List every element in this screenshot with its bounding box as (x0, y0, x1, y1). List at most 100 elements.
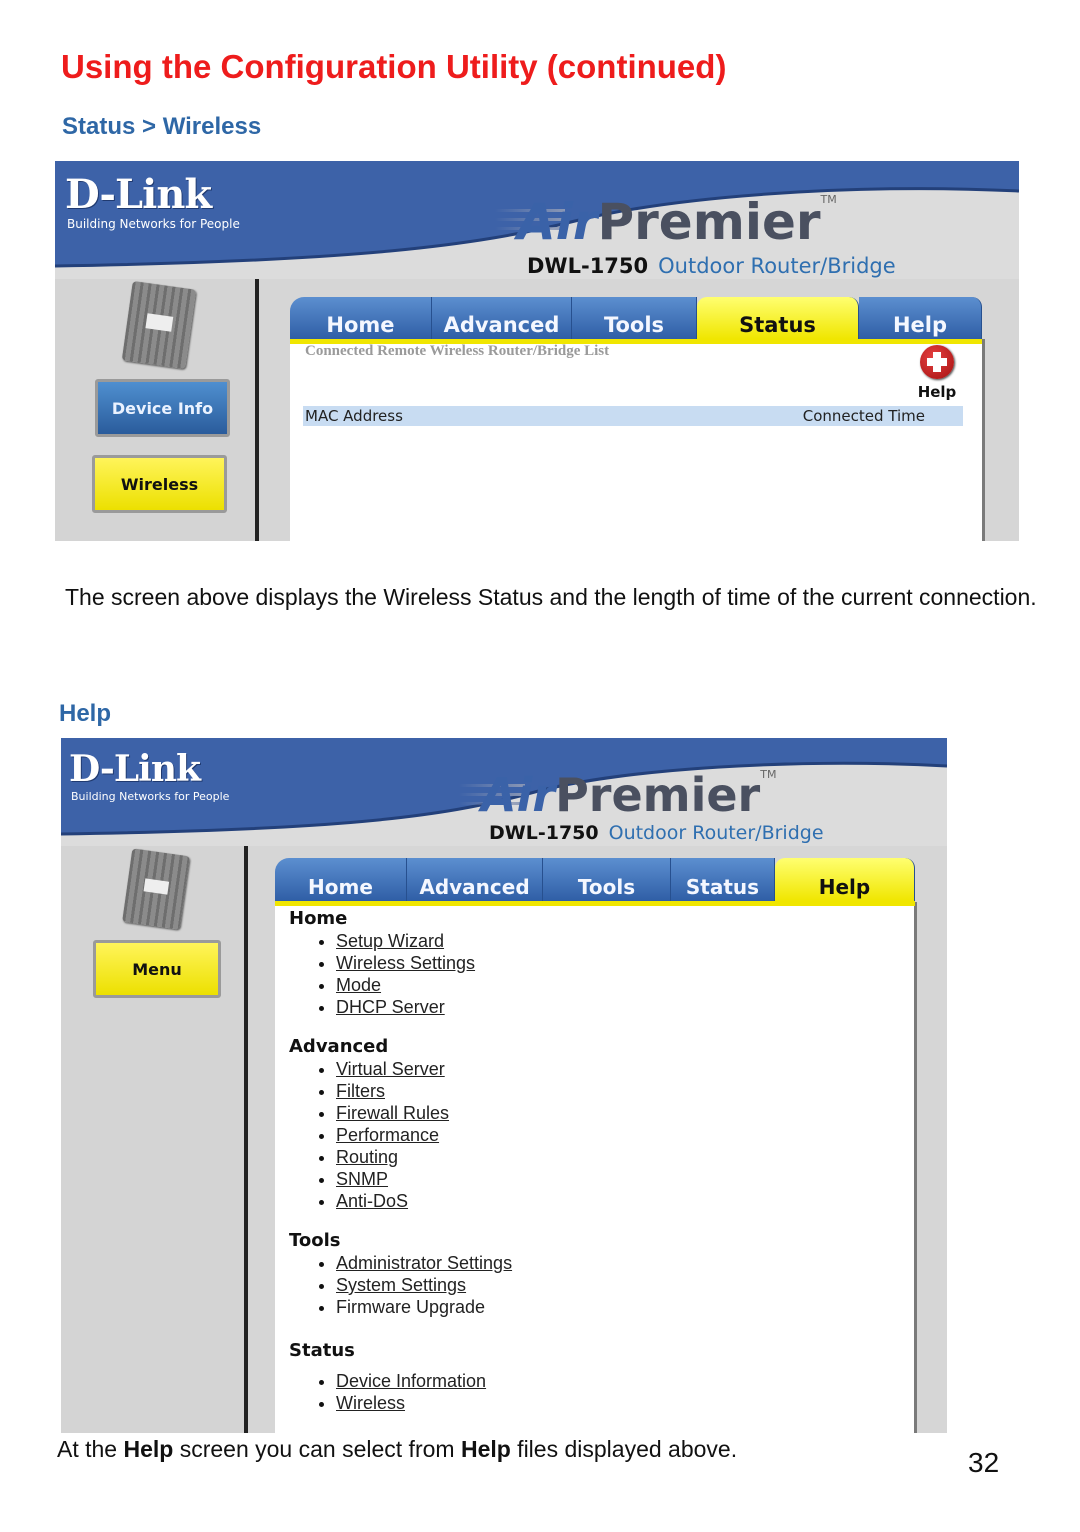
connected-table-header: MAC Address Connected Time (303, 406, 963, 426)
tab-advanced[interactable]: Advanced (432, 297, 572, 339)
router-device-image (122, 848, 190, 930)
nav-divider (244, 846, 248, 1433)
help-screenshot: D-Link Building Networks for People AirP… (61, 738, 947, 1433)
main-tab-bar: Home Advanced Tools Status Help (290, 297, 982, 344)
air-premier-logo-air: Air (481, 768, 556, 822)
air-premier-logo-premier: Premier (597, 193, 821, 251)
help-section-home: Home Setup Wizard Wireless Settings Mode… (289, 908, 889, 1018)
list-item: Virtual Server (317, 1058, 889, 1080)
help-description-bold: Help (460, 1436, 511, 1462)
tab-help[interactable]: Help (859, 297, 982, 339)
list-item: Firmware Upgrade (317, 1296, 889, 1318)
help-topic-list: Home Setup Wizard Wireless Settings Mode… (289, 908, 889, 1414)
help-link-system-settings[interactable]: System Settings (336, 1275, 466, 1295)
tab-home[interactable]: Home (275, 858, 407, 901)
help-section-tools: Tools Administrator Settings System Sett… (289, 1230, 889, 1318)
column-connected-time: Connected Time (802, 407, 925, 425)
help-link-snmp[interactable]: SNMP (336, 1169, 388, 1189)
plus-help-icon[interactable] (920, 345, 954, 379)
main-tab-bar: Home Advanced Tools Status Help (275, 858, 915, 906)
nav-divider (255, 279, 259, 541)
help-link-wireless[interactable]: Wireless (336, 1393, 405, 1413)
status-wireless-description: The screen above displays the Wireless S… (65, 584, 1037, 610)
help-description: At the Help screen you can select from H… (57, 1435, 937, 1464)
air-premier-logo-premier: Premier (555, 768, 761, 822)
help-link-virtual-server[interactable]: Virtual Server (336, 1059, 445, 1079)
wireless-button[interactable]: Wireless (92, 455, 227, 513)
list-item: System Settings (317, 1274, 889, 1296)
help-section-title: Tools (289, 1230, 341, 1251)
router-device-image (121, 280, 197, 370)
trademark-mark: TM (760, 768, 777, 781)
trademark-mark: TM (820, 193, 837, 206)
dlink-tagline: Building Networks for People (67, 217, 240, 231)
help-link-anti-dos[interactable]: Anti-DoS (336, 1191, 408, 1211)
help-link-mode[interactable]: Mode (336, 975, 381, 995)
tab-home[interactable]: Home (290, 297, 432, 339)
tab-status[interactable]: Status (671, 858, 775, 901)
list-item: Mode (317, 974, 889, 996)
list-item: SNMP (317, 1168, 889, 1190)
help-link-administrator-settings[interactable]: Administrator Settings (336, 1253, 512, 1273)
model-number: DWL-1750 (489, 822, 599, 844)
list-item: Setup Wizard (317, 930, 889, 952)
help-link-performance[interactable]: Performance (336, 1125, 439, 1145)
help-description-text: files displayed above. (510, 1436, 738, 1462)
help-link-wireless-settings[interactable]: Wireless Settings (336, 953, 475, 973)
help-link-setup-wizard[interactable]: Setup Wizard (336, 931, 444, 951)
left-nav-panel: Device Info Wireless (55, 279, 255, 541)
help-description-text: screen you can select from (173, 1436, 461, 1462)
model-number: DWL-1750 (527, 254, 649, 278)
list-item: Filters (317, 1080, 889, 1102)
help-section-title: Advanced (289, 1036, 389, 1057)
air-premier-logo: AirPremierTM (481, 768, 776, 822)
list-item: Routing (317, 1146, 889, 1168)
page-number: 32 (968, 1447, 1000, 1478)
dlink-tagline: Building Networks for People (71, 790, 230, 803)
status-wireless-screenshot: D-Link Building Networks for People AirP… (55, 161, 1019, 541)
list-item: Wireless Settings (317, 952, 889, 974)
help-section-status: Status Device Information Wireless (289, 1340, 889, 1414)
product-type: Outdoor Router/Bridge (608, 822, 824, 844)
help-link-device-information[interactable]: Device Information (336, 1371, 486, 1391)
connected-list-caption: Connected Remote Wireless Router/Bridge … (305, 343, 610, 359)
dlink-logo: D-Link (69, 748, 201, 790)
help-link-routing[interactable]: Routing (336, 1147, 398, 1167)
section-heading-help: Help (59, 700, 112, 727)
dlink-banner: D-Link Building Networks for People AirP… (61, 738, 947, 846)
dlink-logo: D-Link (65, 171, 212, 218)
column-mac-address: MAC Address (305, 407, 403, 425)
list-item: Performance (317, 1124, 889, 1146)
list-item: DHCP Server (317, 996, 889, 1018)
tab-tools[interactable]: Tools (572, 297, 697, 339)
list-item: Firewall Rules (317, 1102, 889, 1124)
help-description-bold: Help (123, 1436, 174, 1462)
dlink-banner: D-Link Building Networks for People AirP… (55, 161, 1019, 279)
menu-button[interactable]: Menu (93, 940, 221, 998)
help-widget[interactable]: Help (911, 345, 963, 401)
tab-help[interactable]: Help (775, 858, 915, 901)
device-info-button[interactable]: Device Info (95, 379, 230, 437)
tab-status[interactable]: Status (697, 297, 859, 339)
list-item: Administrator Settings (317, 1252, 889, 1274)
status-content-panel (290, 339, 985, 541)
model-line: DWL-1750 Outdoor Router/Bridge (527, 254, 896, 278)
help-link-dhcp-server[interactable]: DHCP Server (336, 997, 445, 1017)
help-section-advanced: Advanced Virtual Server Filters Firewall… (289, 1036, 889, 1212)
left-nav-panel: Menu (61, 846, 246, 1433)
tab-tools[interactable]: Tools (543, 858, 671, 901)
help-widget-label: Help (917, 383, 957, 401)
help-description-text: At the (57, 1436, 124, 1462)
list-item: Device Information (317, 1370, 889, 1392)
tab-advanced[interactable]: Advanced (407, 858, 543, 901)
list-item: Anti-DoS (317, 1190, 889, 1212)
help-section-title: Status (289, 1340, 355, 1361)
list-item: Wireless (317, 1392, 889, 1414)
section-heading-status-wireless: Status > Wireless (62, 113, 262, 140)
product-type: Outdoor Router/Bridge (658, 254, 896, 278)
model-line: DWL-1750 Outdoor Router/Bridge (489, 822, 824, 844)
help-section-title: Home (289, 908, 348, 929)
help-item-firmware-upgrade: Firmware Upgrade (336, 1297, 486, 1317)
help-link-firewall-rules[interactable]: Firewall Rules (336, 1103, 449, 1123)
help-link-filters[interactable]: Filters (336, 1081, 385, 1101)
